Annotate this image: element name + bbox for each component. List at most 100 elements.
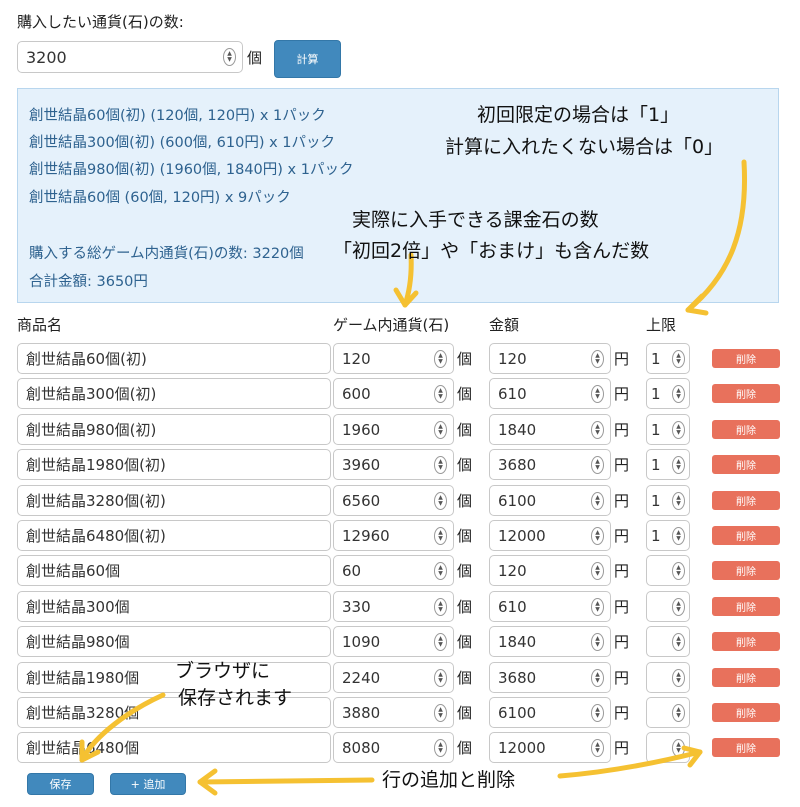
price-input[interactable]: 120 ▲ ▼ [489,555,611,586]
currency-input[interactable]: 2240 ▲ ▼ [333,662,454,693]
limit-input[interactable]: 1 ▲ ▼ [646,520,690,551]
quantity-input[interactable]: 3200 ▲ ▼ [17,41,243,73]
limit-input[interactable]: 1 ▲ ▼ [646,485,690,516]
product-name-input[interactable]: 創世結晶300個 [17,591,331,622]
product-name-input[interactable]: 創世結晶60個 [17,555,331,586]
limit-input[interactable]: 1 ▲ ▼ [646,414,690,445]
delete-row-button[interactable]: 削除 [712,420,780,439]
limit-input[interactable]: 1 ▲ ▼ [646,378,690,409]
stepper-icon[interactable]: ▲ ▼ [434,491,447,510]
product-name-input[interactable]: 創世結晶300個(初) [17,378,331,409]
stepper-icon[interactable]: ▲ ▼ [591,420,604,439]
stepper-icon[interactable]: ▲ ▼ [591,491,604,510]
stepper-icon[interactable]: ▲ ▼ [434,703,447,722]
stepper-icon[interactable]: ▲ ▼ [672,738,685,757]
delete-row-button[interactable]: 削除 [712,738,780,757]
product-name-input[interactable]: 創世結晶60個(初) [17,343,331,374]
stepper-icon[interactable]: ▲ ▼ [434,455,447,474]
price-input[interactable]: 12000 ▲ ▼ [489,520,611,551]
delete-row-button[interactable]: 削除 [712,703,780,722]
stepper-icon[interactable]: ▲ ▼ [591,349,604,368]
product-name-input[interactable]: 創世結晶6480個 [17,732,331,763]
price-input[interactable]: 6100 ▲ ▼ [489,697,611,728]
product-name-input[interactable]: 創世結晶6480個(初) [17,520,331,551]
price-input[interactable]: 3680 ▲ ▼ [489,662,611,693]
price-input[interactable]: 12000 ▲ ▼ [489,732,611,763]
stepper-icon[interactable]: ▲ ▼ [672,526,685,545]
product-name-input[interactable]: 創世結晶980個(初) [17,414,331,445]
limit-input[interactable]: ▲ ▼ [646,626,690,657]
stepper-icon[interactable]: ▲ ▼ [672,349,685,368]
stepper-icon[interactable]: ▲ ▼ [591,384,604,403]
stepper-icon[interactable]: ▲ ▼ [591,738,604,757]
stepper-icon[interactable]: ▲ ▼ [434,384,447,403]
price-input[interactable]: 1840 ▲ ▼ [489,626,611,657]
save-button[interactable]: 保存 [27,773,94,795]
stepper-icon[interactable]: ▲ ▼ [672,384,685,403]
stepper-icon[interactable]: ▲ ▼ [591,632,604,651]
limit-input[interactable]: 1 ▲ ▼ [646,343,690,374]
price-input[interactable]: 120 ▲ ▼ [489,343,611,374]
product-name-input[interactable]: 創世結晶3280個(初) [17,485,331,516]
stepper-icon[interactable]: ▲ ▼ [672,491,685,510]
limit-input[interactable]: ▲ ▼ [646,591,690,622]
stepper-icon[interactable]: ▲ ▼ [591,526,604,545]
price-input[interactable]: 1840 ▲ ▼ [489,414,611,445]
stepper-icon[interactable]: ▲ ▼ [672,597,685,616]
currency-input[interactable]: 3880 ▲ ▼ [333,697,454,728]
delete-row-button[interactable]: 削除 [712,491,780,510]
delete-row-button[interactable]: 削除 [712,668,780,687]
stepper-icon[interactable]: ▲ ▼ [591,597,604,616]
stepper-icon[interactable]: ▲ ▼ [672,703,685,722]
currency-input[interactable]: 12960 ▲ ▼ [333,520,454,551]
currency-input[interactable]: 8080 ▲ ▼ [333,732,454,763]
stepper-icon[interactable]: ▲ ▼ [591,561,604,580]
price-input[interactable]: 610 ▲ ▼ [489,378,611,409]
price-input[interactable]: 3680 ▲ ▼ [489,449,611,480]
stepper-icon[interactable]: ▲ ▼ [434,561,447,580]
stepper-icon[interactable]: ▲ ▼ [591,668,604,687]
limit-input-value: 1 [651,384,661,403]
delete-row-button[interactable]: 削除 [712,349,780,368]
stepper-icon[interactable]: ▲ ▼ [434,526,447,545]
stepper-icon[interactable]: ▲ ▼ [434,738,447,757]
limit-input[interactable]: ▲ ▼ [646,732,690,763]
currency-input[interactable]: 120 ▲ ▼ [333,343,454,374]
currency-input[interactable]: 1090 ▲ ▼ [333,626,454,657]
stepper-icon[interactable]: ▲ ▼ [434,668,447,687]
stepper-icon[interactable]: ▲ ▼ [434,349,447,368]
currency-input[interactable]: 600 ▲ ▼ [333,378,454,409]
product-name-input[interactable]: 創世結晶1980個(初) [17,449,331,480]
limit-input[interactable]: 1 ▲ ▼ [646,449,690,480]
currency-input[interactable]: 6560 ▲ ▼ [333,485,454,516]
add-row-button[interactable]: + 追加 [110,773,186,795]
stepper-icon[interactable]: ▲ ▼ [434,420,447,439]
stepper-icon[interactable]: ▲ ▼ [672,455,685,474]
delete-row-button[interactable]: 削除 [712,455,780,474]
stepper-icon[interactable]: ▲ ▼ [591,455,604,474]
limit-input[interactable]: ▲ ▼ [646,555,690,586]
stepper-icon[interactable]: ▲ ▼ [672,561,685,580]
delete-row-button[interactable]: 削除 [712,561,780,580]
delete-row-button[interactable]: 削除 [712,384,780,403]
stepper-icon[interactable]: ▲ ▼ [672,420,685,439]
currency-input[interactable]: 1960 ▲ ▼ [333,414,454,445]
delete-row-button[interactable]: 削除 [712,597,780,616]
stepper-icon[interactable]: ▲ ▼ [434,632,447,651]
stepper-icon[interactable]: ▲ ▼ [672,632,685,651]
delete-row-button[interactable]: 削除 [712,526,780,545]
price-input[interactable]: 6100 ▲ ▼ [489,485,611,516]
delete-row-button[interactable]: 削除 [712,632,780,651]
currency-input[interactable]: 330 ▲ ▼ [333,591,454,622]
currency-input[interactable]: 60 ▲ ▼ [333,555,454,586]
product-name-input[interactable]: 創世結晶980個 [17,626,331,657]
stepper-icon[interactable]: ▲ ▼ [434,597,447,616]
limit-input[interactable]: ▲ ▼ [646,662,690,693]
calculate-button[interactable]: 計算 [274,40,341,78]
stepper-icon[interactable]: ▲ ▼ [223,48,236,66]
limit-input[interactable]: ▲ ▼ [646,697,690,728]
stepper-icon[interactable]: ▲ ▼ [591,703,604,722]
currency-input[interactable]: 3960 ▲ ▼ [333,449,454,480]
stepper-icon[interactable]: ▲ ▼ [672,668,685,687]
price-input[interactable]: 610 ▲ ▼ [489,591,611,622]
